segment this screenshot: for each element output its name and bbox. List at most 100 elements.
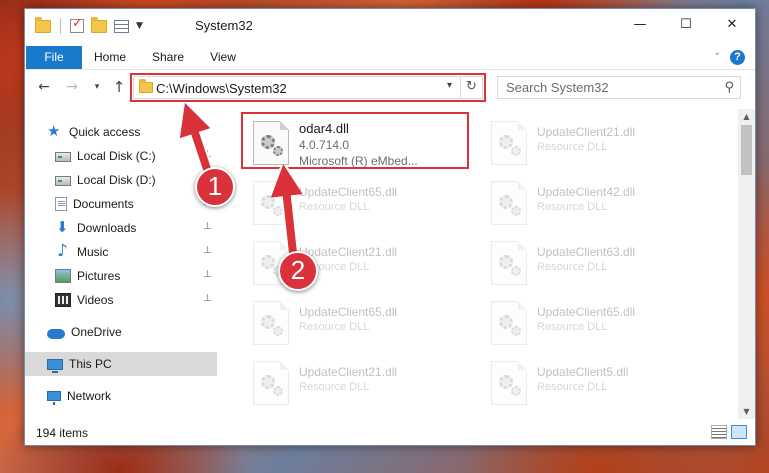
gear-icon bbox=[511, 206, 521, 216]
videos-icon bbox=[55, 293, 71, 307]
address-bar[interactable]: C:\Windows\System32 ▾ ↻ bbox=[133, 76, 483, 99]
maximize-button[interactable]: ☐ bbox=[663, 9, 709, 39]
minimize-button[interactable]: — bbox=[617, 9, 663, 39]
dll-file-icon bbox=[253, 301, 289, 345]
up-button[interactable]: ↑ bbox=[109, 77, 129, 97]
file-explorer-window: ▼ System32 — ☐ ✕ File Home Share View ˅ … bbox=[24, 8, 756, 446]
folder-icon bbox=[35, 16, 51, 33]
address-path[interactable]: C:\Windows\System32 bbox=[156, 81, 287, 96]
gear-icon bbox=[273, 326, 283, 336]
file-name: UpdateClient21.dll bbox=[537, 125, 636, 139]
pin-icon[interactable]: ⊥ bbox=[203, 293, 212, 304]
file-tile-odar4-dll[interactable]: odar4.dll 4.0.714.0 Microsoft (R) eMbed.… bbox=[245, 115, 475, 169]
sidebar-item-local-disk-d[interactable]: Local Disk (D:) bbox=[25, 168, 217, 192]
sidebar-item-videos[interactable]: Videos ⊥ bbox=[25, 288, 217, 312]
new-folder-icon[interactable] bbox=[91, 16, 107, 33]
file-tile[interactable]: UpdateClient42.dll Resource DLL bbox=[483, 175, 713, 229]
file-name: UpdateClient42.dll bbox=[537, 185, 636, 199]
tiles-view-icon[interactable] bbox=[731, 425, 747, 439]
file-tile[interactable]: UpdateClient65.dll Resource DLL bbox=[483, 295, 713, 349]
disk-icon bbox=[55, 176, 71, 186]
sidebar-item-pictures[interactable]: Pictures ⊥ bbox=[25, 264, 217, 288]
pin-icon[interactable]: ⊥ bbox=[203, 221, 212, 232]
ribbon-right-controls: ˅ ? bbox=[715, 50, 745, 65]
scroll-up-arrow-icon[interactable]: ▲ bbox=[738, 109, 755, 124]
file-name: UpdateClient65.dll bbox=[537, 305, 636, 319]
sidebar-item-network[interactable]: Network bbox=[25, 384, 217, 408]
tab-file[interactable]: File bbox=[26, 46, 82, 69]
view-toggles bbox=[711, 425, 747, 439]
gear-icon bbox=[261, 315, 275, 329]
gear-icon bbox=[499, 195, 513, 209]
file-tile[interactable]: UpdateClient21.dll Resource DLL bbox=[483, 115, 713, 169]
sidebar-item-label: Local Disk (C:) bbox=[77, 149, 156, 163]
tab-share[interactable]: Share bbox=[143, 46, 193, 69]
network-icon bbox=[47, 391, 61, 405]
dll-file-icon bbox=[253, 361, 289, 405]
sidebar-item-label: This PC bbox=[69, 357, 112, 371]
gear-icon bbox=[261, 375, 275, 389]
sidebar-item-downloads[interactable]: Downloads ⊥ bbox=[25, 216, 217, 240]
search-box[interactable]: ⚲ bbox=[497, 76, 741, 99]
file-type: Resource DLL bbox=[299, 201, 370, 213]
search-icon[interactable]: ⚲ bbox=[724, 80, 734, 95]
gear-icon bbox=[511, 326, 521, 336]
file-tile[interactable]: UpdateClient65.dll Resource DLL bbox=[245, 175, 475, 229]
gear-icon bbox=[511, 146, 521, 156]
pin-icon[interactable]: ⊥ bbox=[203, 245, 212, 256]
customize-toolbar-chevron-icon[interactable]: ▼ bbox=[136, 21, 143, 31]
file-name: UpdateClient65.dll bbox=[299, 305, 398, 319]
pin-icon[interactable]: ⊥ bbox=[203, 269, 212, 280]
this-pc-icon bbox=[47, 358, 63, 373]
file-type: Resource DLL bbox=[537, 321, 608, 333]
sidebar-item-onedrive[interactable]: OneDrive bbox=[25, 320, 217, 344]
tab-home[interactable]: Home bbox=[87, 46, 133, 69]
file-tile[interactable]: UpdateClient63.dll Resource DLL bbox=[483, 235, 713, 289]
gear-icon bbox=[273, 206, 283, 216]
sidebar-item-this-pc[interactable]: This PC bbox=[25, 352, 217, 376]
dll-file-icon bbox=[491, 361, 527, 405]
refresh-button[interactable]: ↻ bbox=[460, 76, 482, 99]
close-button[interactable]: ✕ bbox=[709, 9, 755, 39]
navigation-bar: ← → ▾ ↑ C:\Windows\System32 ▾ ↻ ⚲ bbox=[25, 73, 755, 103]
sidebar-item-documents[interactable]: Documents ⊥ bbox=[25, 192, 217, 216]
file-type: Resource DLL bbox=[299, 321, 370, 333]
sidebar-item-quick-access[interactable]: Quick access bbox=[25, 120, 217, 144]
music-icon bbox=[55, 241, 71, 261]
chevron-up-icon[interactable]: ˅ bbox=[715, 51, 721, 64]
file-type: Resource DLL bbox=[537, 201, 608, 213]
tab-view[interactable]: View bbox=[201, 46, 245, 69]
step-2-badge: 2 bbox=[278, 251, 318, 291]
file-tile[interactable]: UpdateClient21.dll Resource DLL bbox=[245, 355, 475, 409]
scroll-down-arrow-icon[interactable]: ▼ bbox=[738, 404, 755, 419]
view-options-icon[interactable] bbox=[114, 19, 129, 33]
disk-icon bbox=[55, 152, 71, 162]
pin-icon[interactable]: ⊥ bbox=[203, 149, 212, 160]
folder-icon bbox=[139, 79, 153, 93]
gear-icon bbox=[499, 255, 513, 269]
back-button[interactable]: ← bbox=[34, 77, 54, 97]
sidebar-item-label: Documents bbox=[73, 197, 134, 211]
file-tile[interactable]: UpdateClient65.dll Resource DLL bbox=[245, 295, 475, 349]
forward-button[interactable]: → bbox=[62, 77, 82, 97]
details-view-icon[interactable] bbox=[711, 425, 727, 439]
sidebar-item-label: Music bbox=[77, 245, 109, 259]
scrollbar-thumb[interactable] bbox=[741, 125, 752, 175]
search-input[interactable] bbox=[498, 77, 708, 98]
address-dropdown-chevron-icon[interactable]: ▾ bbox=[447, 80, 452, 91]
file-tile[interactable]: UpdateClient5.dll Resource DLL bbox=[483, 355, 713, 409]
navigation-pane: Quick access Local Disk (C:) ⊥ Local Dis… bbox=[25, 111, 217, 416]
sidebar-item-local-disk-c[interactable]: Local Disk (C:) ⊥ bbox=[25, 144, 217, 168]
gear-icon bbox=[499, 135, 513, 149]
file-name: UpdateClient5.dll bbox=[537, 365, 629, 379]
vertical-scrollbar[interactable]: ▲ ▼ bbox=[738, 109, 755, 419]
onedrive-icon bbox=[47, 328, 65, 339]
quick-access-toolbar: ▼ bbox=[35, 16, 143, 34]
file-type: Resource DLL bbox=[537, 261, 608, 273]
properties-icon[interactable] bbox=[70, 16, 84, 33]
file-name: odar4.dll bbox=[299, 121, 349, 136]
help-icon[interactable]: ? bbox=[730, 50, 745, 65]
sidebar-item-music[interactable]: Music ⊥ bbox=[25, 240, 217, 264]
gear-icon bbox=[261, 135, 275, 149]
recent-locations-chevron-icon[interactable]: ▾ bbox=[87, 77, 107, 97]
